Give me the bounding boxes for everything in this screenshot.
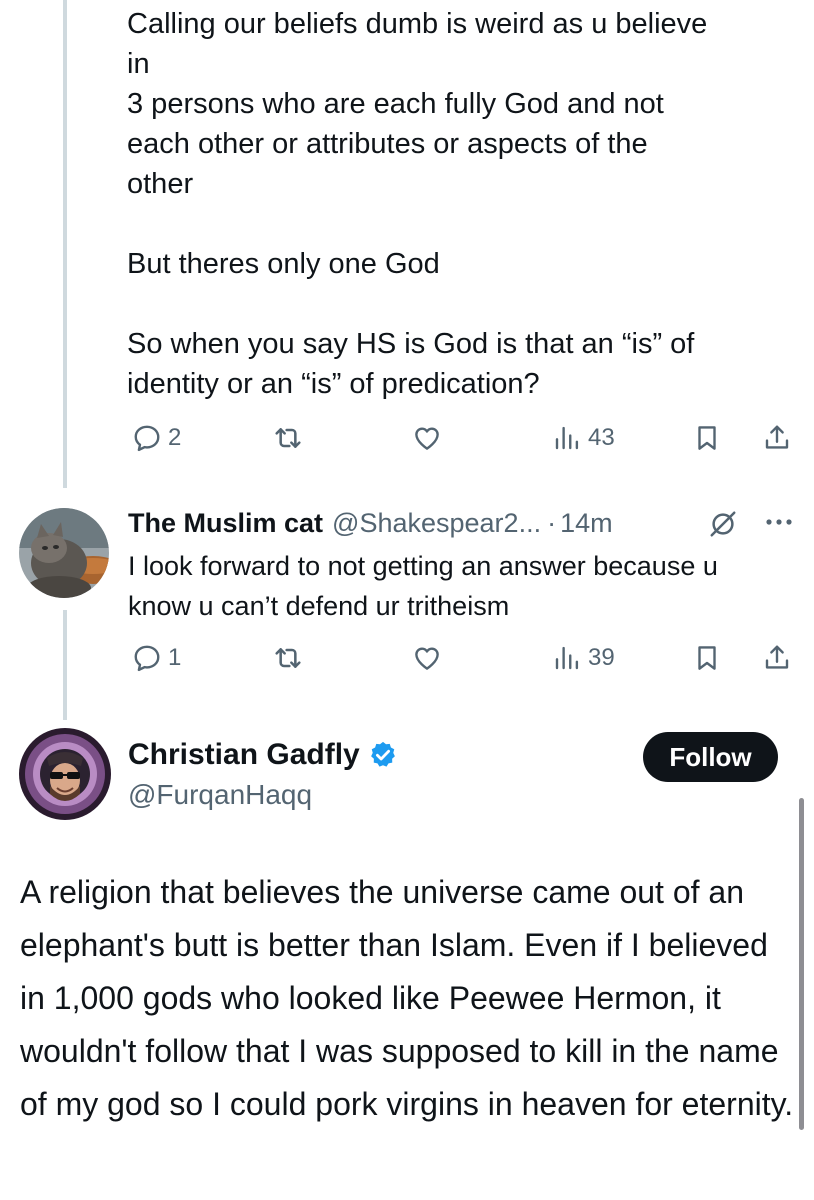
retweet-icon xyxy=(275,648,301,668)
reply-count: 1 xyxy=(168,644,182,671)
like-button[interactable] xyxy=(412,418,442,458)
like-icon xyxy=(415,427,439,450)
avatar[interactable] xyxy=(19,728,111,820)
like-button[interactable] xyxy=(412,638,442,678)
bookmark-button[interactable] xyxy=(692,638,722,678)
author-name[interactable]: Christian Gadfly xyxy=(128,738,360,772)
tweet-text: A religion that believes the universe ca… xyxy=(20,874,794,1122)
reply-icon xyxy=(134,425,160,452)
views-icon xyxy=(555,646,579,670)
author-handle[interactable]: @FurqanHaqq xyxy=(128,779,312,811)
share-icon xyxy=(765,425,789,449)
reply-button[interactable]: 1 xyxy=(132,638,181,678)
share-button[interactable] xyxy=(762,418,792,458)
tweet-text: Calling our beliefs dumb is weird as u b… xyxy=(127,8,708,400)
tweet-actions: 1 39 xyxy=(127,638,797,678)
retweet-button[interactable] xyxy=(272,418,304,458)
views-count: 43 xyxy=(588,424,615,451)
avatar[interactable] xyxy=(19,508,109,598)
follow-button[interactable]: Follow xyxy=(643,732,778,782)
retweet-button[interactable] xyxy=(272,638,304,678)
cat-avatar-image xyxy=(19,508,109,598)
thread-line xyxy=(63,0,67,488)
verified-badge-icon xyxy=(370,741,395,767)
gadfly-avatar-image xyxy=(19,728,111,820)
share-button[interactable] xyxy=(762,638,792,678)
thread-line xyxy=(63,610,67,720)
reply-count: 2 xyxy=(168,424,182,451)
tweet-header: The Muslim cat @Shakespear2... · 14m xyxy=(128,503,798,543)
author-name[interactable]: The Muslim cat xyxy=(128,508,323,539)
bookmark-icon xyxy=(698,646,716,670)
author-name-row: Christian Gadfly xyxy=(128,738,398,772)
views-button[interactable]: 43 xyxy=(552,418,615,458)
grok-icon[interactable] xyxy=(708,509,738,539)
author-handle[interactable]: @Shakespear2... xyxy=(332,508,541,539)
separator-dot: · xyxy=(547,507,557,538)
views-button[interactable]: 39 xyxy=(552,638,615,678)
tweet-text: I look forward to not getting an answer … xyxy=(128,551,718,621)
retweet-icon xyxy=(275,428,301,448)
reply-button[interactable]: 2 xyxy=(132,418,181,458)
views-icon xyxy=(555,426,579,450)
reply-icon xyxy=(134,645,160,672)
more-icon[interactable] xyxy=(762,507,796,537)
bookmark-button[interactable] xyxy=(692,418,722,458)
views-count: 39 xyxy=(588,644,615,671)
like-icon xyxy=(415,647,439,670)
timestamp[interactable]: 14m xyxy=(560,508,613,539)
scrollbar[interactable] xyxy=(799,798,804,1130)
bookmark-icon xyxy=(698,426,716,450)
tweet-actions: 2 43 xyxy=(127,418,797,458)
share-icon xyxy=(765,645,789,669)
